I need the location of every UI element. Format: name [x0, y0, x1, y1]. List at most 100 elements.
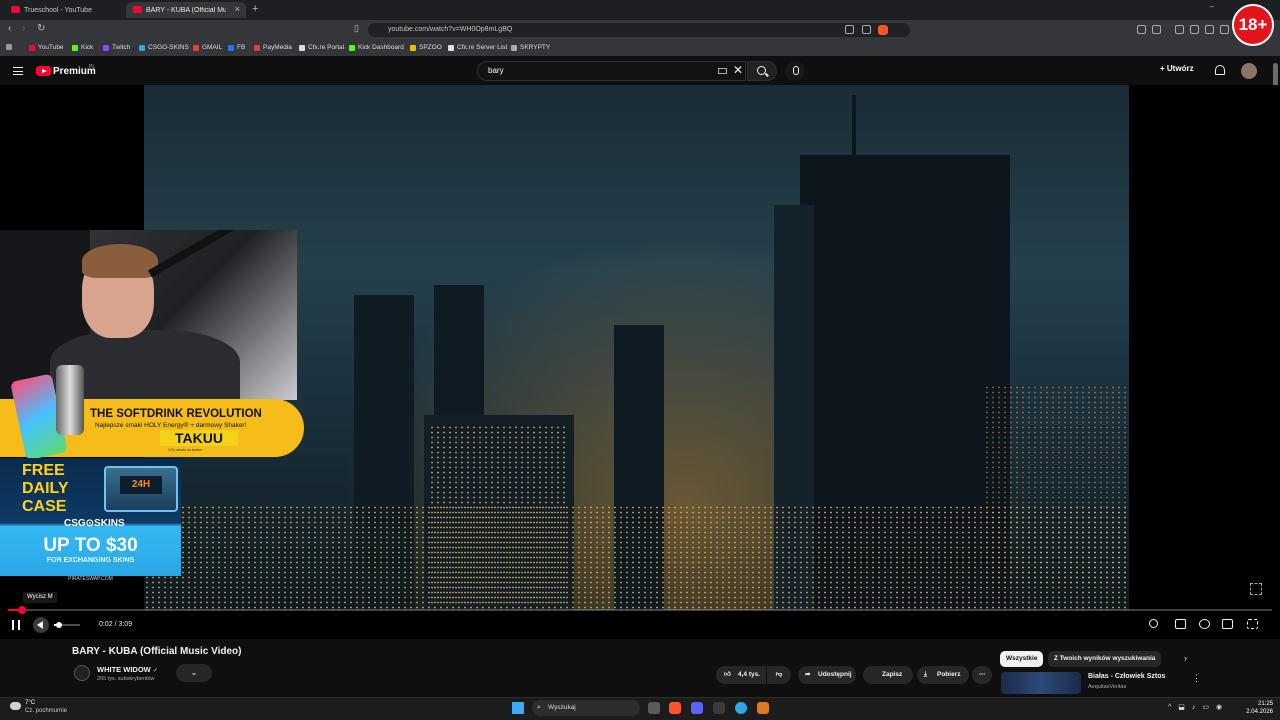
fullscreen-icon[interactable]	[1247, 619, 1258, 629]
close-tab-icon[interactable]: ×	[235, 4, 240, 14]
like-button[interactable]: 👍︎ 4,4 tys.	[716, 666, 766, 684]
time-display: 0:02 / 3:09	[99, 621, 133, 628]
chips-next-chevron-icon[interactable]: ›	[1184, 653, 1187, 663]
tab-bary-kuba[interactable]: BARY - KUBA (Official Music Video) ×	[126, 2, 246, 18]
youtube-favicon-icon	[133, 6, 142, 13]
hamburger-menu-icon[interactable]	[13, 67, 23, 75]
apps-icon[interactable]	[6, 44, 12, 50]
video-title: BARY - KUBA (Official Music Video)	[72, 646, 242, 657]
back-icon[interactable]: ‹	[8, 23, 11, 34]
bookmark-spzoo[interactable]: SPZOO	[410, 44, 442, 51]
share-button[interactable]: ➦ Udostępnij	[798, 666, 856, 684]
download-icon: ⤓	[924, 671, 927, 678]
recommendation-menu-icon[interactable]: ⋮	[1192, 673, 1201, 684]
volume-icon[interactable]	[33, 617, 49, 633]
account-avatar[interactable]	[1241, 63, 1257, 79]
csgo-skins-logo: CSG⊙SKINS	[64, 518, 125, 529]
discord-icon[interactable]	[691, 702, 703, 714]
system-tray-icons[interactable]: ^⬓♪▭◉	[1168, 703, 1229, 711]
search-input[interactable]: bary	[477, 61, 746, 81]
bookmark-csgo-skins[interactable]: CSGO-SKINS	[139, 44, 189, 51]
taskbar-clock[interactable]: 21:25 2.04.2026	[1243, 700, 1273, 716]
app-icon[interactable]	[757, 702, 769, 714]
tab-trueschool[interactable]: Trueschool - YouTube	[4, 2, 122, 18]
progress-bar[interactable]	[8, 609, 1272, 611]
save-button[interactable]: Zapisz	[863, 666, 913, 684]
channel-avatar[interactable]	[74, 665, 90, 681]
download-button[interactable]: ⤓ Pobierz	[917, 666, 969, 684]
bookmark-kick[interactable]: Kick	[72, 44, 93, 51]
chip-from-search[interactable]: Z Twoich wyników wyszukiwania	[1048, 651, 1162, 667]
streamer-hair	[82, 244, 158, 278]
chip-all[interactable]: Wszystkie	[1000, 651, 1044, 667]
thumbs-up-icon: 👍︎	[724, 671, 731, 678]
windows-taskbar	[0, 697, 1280, 720]
subtitles-icon[interactable]	[1175, 619, 1186, 629]
brave-shield-icon[interactable]	[878, 25, 888, 35]
extension-icon[interactable]	[1137, 25, 1146, 34]
bookmark-paymedia[interactable]: PayMedia	[254, 44, 292, 51]
windows-start-icon[interactable]	[512, 702, 524, 714]
bookmark-fb[interactable]: FB	[228, 44, 245, 51]
recommendation-title[interactable]: Białas - Człowiek Sztos	[1088, 673, 1165, 680]
csgo-skins-ad-banner: FREE DAILY CASE 24H CSG⊙SKINS UP TO $30 …	[0, 458, 181, 576]
window-controls[interactable]: –	[1210, 2, 1232, 11]
keyboard-icon[interactable]	[718, 68, 727, 74]
pirateswap-url: PIRATESWAP.COM	[68, 576, 113, 582]
menu-icon[interactable]	[1220, 25, 1229, 34]
recommendation-channel[interactable]: AequitasVeritas	[1088, 684, 1126, 690]
ad-fineprint: 10% rabatu na kodem	[168, 448, 203, 452]
bookmark-skrypty[interactable]: SKRYPTY	[511, 44, 550, 51]
notifications-bell-icon[interactable]	[1215, 65, 1225, 75]
subscription-dropdown[interactable]: ⌄	[176, 664, 212, 682]
clear-search-icon[interactable]: ✕	[733, 63, 743, 77]
url-field[interactable]: youtube.com/watch?v=WH0Op8mLgBQ	[368, 23, 910, 37]
case-timer: 24H	[120, 476, 162, 494]
wallet-icon[interactable]	[1152, 25, 1161, 34]
bookmark-icon[interactable]: ▯	[354, 23, 359, 34]
download-icon[interactable]	[1175, 25, 1184, 34]
region-label: PL	[89, 64, 96, 70]
cast-icon[interactable]	[845, 25, 854, 34]
bookmark-gmail[interactable]: GMAIL	[193, 44, 222, 51]
distant-lights	[984, 385, 1129, 585]
bookmark-twitch[interactable]: Twitch	[103, 44, 130, 51]
channel-name[interactable]: WHITE WIDOW ✓	[97, 665, 158, 674]
age-restriction-badge: 18+	[1232, 4, 1274, 46]
weather-description[interactable]: Cz. pochmurnie	[25, 708, 67, 714]
free-daily-case-text: FREE DAILY CASE	[22, 462, 69, 515]
voice-search-button[interactable]	[785, 61, 805, 81]
taskbar-search[interactable]: ⌕ Wyszukaj	[532, 700, 640, 716]
dislike-button[interactable]: 👎︎	[767, 666, 791, 684]
theater-mode-icon[interactable]	[1222, 619, 1233, 629]
media-icon[interactable]	[1190, 25, 1199, 34]
more-actions-button[interactable]: ⋯	[972, 666, 992, 684]
share-icon[interactable]	[862, 25, 871, 34]
bookmark-youtube[interactable]: YouTube	[29, 44, 64, 51]
autoplay-toggle-icon[interactable]	[1149, 619, 1158, 628]
task-view-icon[interactable]	[648, 702, 660, 714]
browser-tab-bar: Trueschool - YouTube BARY - KUBA (Offici…	[0, 0, 1280, 20]
sidebar-icon[interactable]	[1205, 25, 1214, 34]
progress-scrubber[interactable]	[17, 606, 26, 614]
recommendation-thumbnail[interactable]	[1001, 672, 1081, 694]
subscriber-count: 265 tys. subskrybentów	[97, 676, 155, 682]
app-icon[interactable]	[735, 702, 747, 714]
bookmark-cfx-portal[interactable]: Cfx.re Portal	[299, 44, 344, 51]
tab-label: BARY - KUBA (Official Music Video)	[146, 6, 226, 14]
forward-icon[interactable]: ›	[22, 23, 25, 34]
search-button[interactable]	[747, 61, 777, 81]
pause-icon[interactable]	[12, 620, 20, 630]
app-icon[interactable]	[713, 702, 725, 714]
chevron-down-icon: ⌄	[190, 668, 198, 677]
settings-gear-icon[interactable]	[1199, 619, 1210, 629]
new-tab-button[interactable]: +	[252, 3, 258, 15]
bookmark-cfx-server-list[interactable]: Cfx.re Server List	[448, 44, 507, 51]
youtube-logo-icon[interactable]	[36, 66, 51, 76]
channel-watermark-icon[interactable]	[1250, 583, 1262, 595]
create-button[interactable]: + Utwórz	[1160, 64, 1194, 73]
bookmark-kick-dashboard[interactable]: Kick Dashboard	[349, 44, 404, 51]
weather-temperature[interactable]: 7°C	[25, 700, 35, 706]
brave-browser-icon[interactable]	[669, 702, 681, 714]
reload-icon[interactable]: ↻	[37, 23, 45, 34]
